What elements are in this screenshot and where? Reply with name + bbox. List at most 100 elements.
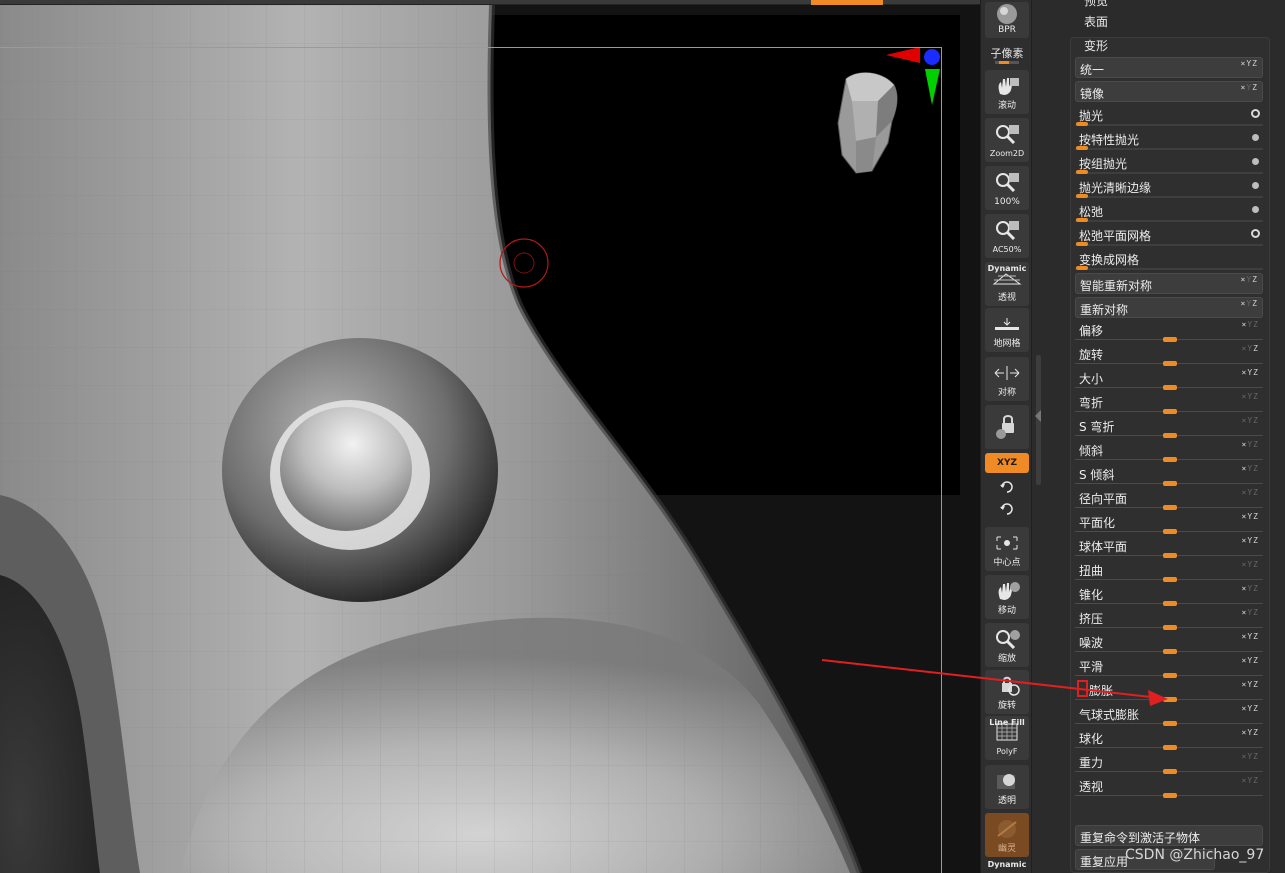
slider-knob[interactable] — [1163, 601, 1177, 606]
option-dot-icon[interactable] — [1252, 158, 1259, 165]
deform-row-18[interactable]: 径向平面 ×YZ — [1075, 487, 1263, 510]
toggle-knob[interactable] — [1076, 266, 1088, 270]
deform-row-15[interactable]: S 弯折 ×YZ — [1075, 415, 1263, 438]
toggle-knob[interactable] — [1076, 242, 1088, 246]
axis-toggle-icons[interactable]: ×YZ — [1242, 584, 1259, 593]
tool-ghost-button[interactable]: 幽灵 — [985, 813, 1029, 857]
deform-row-6[interactable]: 松弛 — [1075, 200, 1263, 222]
deform-row-8[interactable]: 变换成网格 — [1075, 248, 1263, 270]
slider-knob[interactable] — [1163, 529, 1177, 534]
slider-knob[interactable] — [1163, 457, 1177, 462]
rotate-z-axis-button[interactable] — [985, 500, 1029, 518]
deform-row-5[interactable]: 抛光清晰边缘 — [1075, 176, 1263, 198]
deform-row-3[interactable]: 按特性抛光 — [1075, 128, 1263, 150]
deform-row-12[interactable]: 旋转 ×YZ — [1075, 343, 1263, 366]
slider-knob[interactable] — [1163, 361, 1177, 366]
axis-toggle-icons[interactable]: ×YZ — [1242, 320, 1259, 329]
axis-toggle-icons[interactable]: ×YZ — [1242, 608, 1259, 617]
slider-knob[interactable] — [1163, 577, 1177, 582]
slider-knob[interactable] — [1163, 649, 1177, 654]
deform-row-25[interactable]: 平滑 ×YZ — [1075, 655, 1263, 678]
rotate-y-axis-button[interactable] — [985, 478, 1029, 496]
axis-toggle-icons[interactable]: ×YZ — [1242, 536, 1259, 545]
deform-row-7[interactable]: 松弛平面网格 — [1075, 224, 1263, 246]
slider-knob[interactable] — [1163, 385, 1177, 390]
axis-toggle-icons[interactable]: ×YZ — [1242, 488, 1259, 497]
tool-scroll-button[interactable]: 滚动 — [985, 70, 1029, 114]
deform-row-17[interactable]: S 倾斜 ×YZ — [1075, 463, 1263, 486]
slider-knob[interactable] — [1163, 481, 1177, 486]
tool-actual-button[interactable]: 100% — [985, 166, 1029, 210]
deform-row-1[interactable]: 镜像 ×YZ — [1075, 81, 1263, 102]
option-dot-icon[interactable] — [1251, 229, 1260, 238]
slider-knob[interactable] — [1163, 409, 1177, 414]
deform-row-23[interactable]: 挤压 ×YZ — [1075, 607, 1263, 630]
deform-row-10[interactable]: 重新对称 ×YZ — [1075, 297, 1263, 318]
option-dot-icon[interactable] — [1252, 134, 1259, 141]
axis-toggle-icons[interactable]: ×YZ — [1241, 59, 1258, 68]
deform-row-2[interactable]: 抛光 — [1075, 104, 1263, 126]
axis-toggle-icons[interactable]: ×YZ — [1242, 560, 1259, 569]
tool-xyz-button[interactable]: XYZ — [985, 453, 1029, 473]
viewport-render[interactable] — [0, 5, 980, 873]
axis-toggle-icons[interactable]: ×YZ — [1242, 752, 1259, 761]
axis-toggle-icons[interactable]: ×YZ — [1242, 416, 1259, 425]
slider-knob[interactable] — [1163, 697, 1177, 702]
deform-row-19[interactable]: 平面化 ×YZ — [1075, 511, 1263, 534]
axis-toggle-icons[interactable]: ×YZ — [1242, 728, 1259, 737]
axis-toggle-icons[interactable]: ×YZ — [1241, 275, 1258, 284]
axis-toggle-icons[interactable]: ×YZ — [1242, 632, 1259, 641]
deform-row-27[interactable]: 气球式膨胀 ×YZ — [1075, 703, 1263, 726]
option-dot-icon[interactable] — [1252, 206, 1259, 213]
deform-row-20[interactable]: 球体平面 ×YZ — [1075, 535, 1263, 558]
repeat-to-active-subtool-button[interactable]: 重复命令到激活子物体 — [1075, 825, 1263, 846]
tool-zoom2d-button[interactable]: Zoom2D — [985, 118, 1029, 162]
deform-row-11[interactable]: 偏移 ×YZ — [1075, 319, 1263, 342]
tool-center-button[interactable]: 中心点 — [985, 527, 1029, 571]
deform-row-4[interactable]: 按组抛光 — [1075, 152, 1263, 174]
deform-row-28[interactable]: 球化 ×YZ — [1075, 727, 1263, 750]
tool-transp-button[interactable]: 透明 — [985, 765, 1029, 809]
axis-toggle-icons[interactable]: ×YZ — [1242, 776, 1259, 785]
deform-row-22[interactable]: 锥化 ×YZ — [1075, 583, 1263, 606]
toggle-knob[interactable] — [1076, 170, 1088, 174]
deform-row-26[interactable]: 膨胀 ×YZ — [1075, 679, 1263, 702]
axis-toggle-icons[interactable]: ×YZ — [1242, 512, 1259, 521]
slider-knob[interactable] — [1163, 721, 1177, 726]
tool-floor-button[interactable]: 地网格 — [985, 308, 1029, 352]
collapse-arrow-icon[interactable] — [1035, 410, 1041, 422]
axis-toggle-icons[interactable]: ×YZ — [1241, 83, 1258, 92]
slider-knob[interactable] — [1163, 337, 1177, 342]
tool-rotate-button[interactable]: 旋转 — [985, 670, 1029, 714]
bpr-render-button[interactable]: BPR — [985, 2, 1029, 38]
axis-toggle-icons[interactable]: ×YZ — [1242, 704, 1259, 713]
pupil-sphere[interactable] — [280, 407, 412, 531]
slider-knob[interactable] — [1163, 769, 1177, 774]
deform-row-29[interactable]: 重力 ×YZ — [1075, 751, 1263, 774]
axis-toggle-icons[interactable]: ×YZ — [1242, 656, 1259, 665]
axis-toggle-icons[interactable]: ×YZ — [1242, 344, 1259, 353]
deform-row-30[interactable]: 透视 ×YZ — [1075, 775, 1263, 798]
deform-row-13[interactable]: 大小 ×YZ — [1075, 367, 1263, 390]
tool-scale-button[interactable]: 缩放 — [985, 623, 1029, 667]
axis-toggle-icons[interactable]: ×YZ — [1242, 368, 1259, 377]
slider-knob[interactable] — [1163, 433, 1177, 438]
deform-row-24[interactable]: 噪波 ×YZ — [1075, 631, 1263, 654]
tool-perspective-button[interactable]: Dynamic 透视 — [985, 262, 1029, 306]
deformation-heading[interactable]: 变形 — [1084, 37, 1108, 54]
toggle-knob[interactable] — [1076, 194, 1088, 198]
subpixel-slider[interactable] — [995, 61, 1019, 64]
surface-heading[interactable]: 表面 — [1084, 13, 1108, 30]
option-dot-icon[interactable] — [1251, 109, 1260, 118]
deform-row-21[interactable]: 扭曲 ×YZ — [1075, 559, 1263, 582]
3d-viewport[interactable] — [0, 5, 980, 873]
tool-ac50-button[interactable]: AC50% — [985, 214, 1029, 258]
deform-row-14[interactable]: 弯折 ×YZ — [1075, 391, 1263, 414]
axis-toggle-icons[interactable]: ×YZ — [1242, 392, 1259, 401]
preview-heading[interactable]: 预览 — [1084, 0, 1108, 9]
deform-row-16[interactable]: 倾斜 ×YZ — [1075, 439, 1263, 462]
axis-toggle-icons[interactable]: ×YZ — [1242, 680, 1259, 689]
tool-symmetry-button[interactable]: 对称 — [985, 357, 1029, 401]
slider-knob[interactable] — [1163, 553, 1177, 558]
tool-move-button[interactable]: 移动 — [985, 575, 1029, 619]
